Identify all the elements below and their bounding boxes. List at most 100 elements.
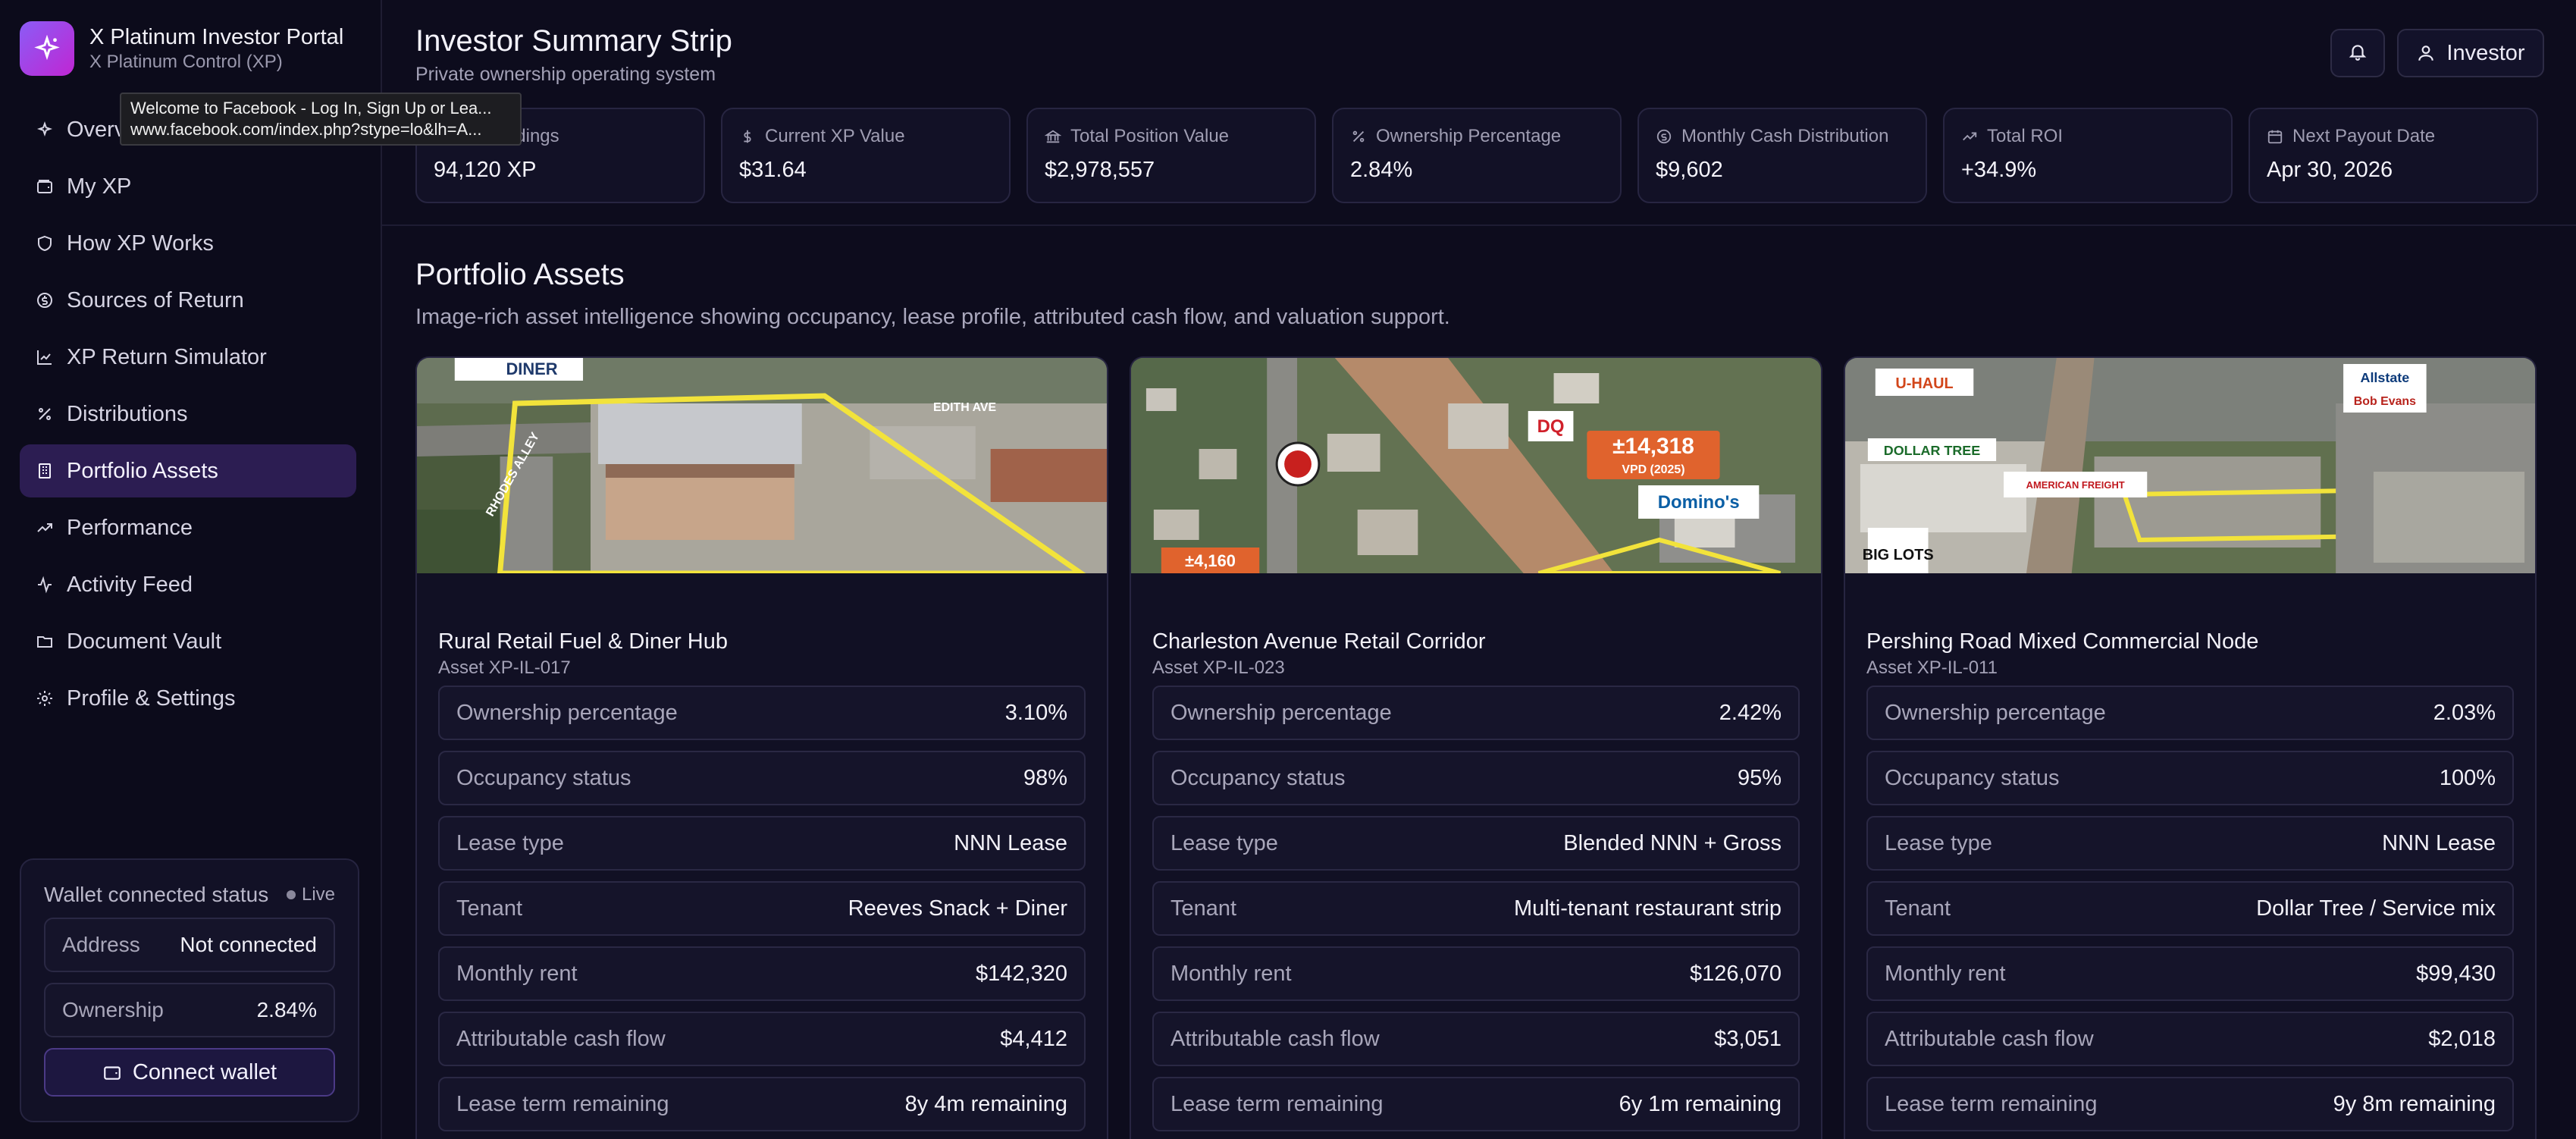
asset-row-lease-type: Lease type Blended NNN + Gross [1152,816,1800,871]
investor-profile-button[interactable]: Investor [2397,29,2544,77]
row-label: Lease term remaining [456,1091,669,1116]
metric-label: Total Position Value [1070,126,1230,146]
building-icon [35,461,55,481]
row-value: $99,430 [2416,961,2496,986]
row-label: Occupancy status [456,765,631,790]
page-header: Investor Summary Strip Private ownership… [415,21,732,88]
metric-label: Current XP Value [765,126,905,146]
asset-row-tenant: Tenant Multi-tenant restaurant strip [1152,881,1800,936]
asset-row-tenant: Tenant Dollar Tree / Service mix [1866,881,2514,936]
coin-icon [35,290,55,310]
sidebar-item-document-vault[interactable]: Document Vault [20,615,356,668]
asset-name: Rural Retail Fuel & Diner Hub [438,629,728,654]
image-label-street: EDITH AVE [933,401,996,414]
page-title: Investor Summary Strip [415,24,732,58]
image-label-dominos: Domino's [1658,492,1740,513]
chart-icon [35,347,55,367]
connect-wallet-button[interactable]: Connect wallet [44,1048,335,1097]
row-value: 2.42% [1719,700,1782,725]
coin-icon [1656,128,1674,145]
asset-row-lease-term: Lease term remaining 8y 4m remaining [438,1077,1086,1131]
image-label-allstate: Allstate [2361,370,2410,385]
image-label-traffic: ±4,160 [1185,551,1236,570]
asset-row-occupancy: Occupancy status 95% [1152,751,1800,805]
tooltip-url: www.facebook.com/index.php?stype=lo&lh=A… [130,120,482,139]
metric-card-total-position-value: Total Position Value $2,978,557 [1026,108,1316,203]
image-label-american-freight: AMERICAN FREIGHT [2026,479,2125,491]
image-label-vpd: ±14,318 [1612,434,1694,459]
row-value: 6y 1m remaining [1619,1091,1782,1116]
sidebar-item-label: Portfolio Assets [67,458,218,483]
dollar-icon [739,128,757,145]
sidebar-item-portfolio-assets[interactable]: Portfolio Assets [20,444,356,497]
ownership-value: 2.84% [256,998,317,1021]
asset-id: Asset XP-IL-023 [1152,657,1285,678]
metrics-strip: XP Holdings 94,120 XP Current XP Value $… [415,108,2538,203]
row-value: 95% [1737,765,1782,790]
row-value: 8y 4m remaining [904,1091,1067,1116]
row-label: Lease term remaining [1170,1091,1384,1116]
metric-value: $9,602 [1656,158,1723,182]
row-label: Monthly rent [1170,961,1292,986]
sidebar-item-activity-feed[interactable]: Activity Feed [20,558,356,611]
main-content: Investor Summary Strip Private ownership… [382,0,2576,1139]
sidebar-nav: Overview My XP How XP Works Sources of R… [20,103,356,729]
top-actions: Investor [2330,29,2544,77]
row-value: Multi-tenant restaurant strip [1514,896,1782,921]
metric-value: $2,978,557 [1045,158,1155,182]
row-value: $126,070 [1690,961,1782,986]
metric-label: Total ROI [1987,126,2064,146]
sidebar-item-performance[interactable]: Performance [20,501,356,554]
row-label: Lease type [1170,830,1278,855]
sidebar: X Platinum Investor Portal X Platinum Co… [0,0,382,1139]
live-label: Live [301,884,335,905]
row-label: Lease type [456,830,564,855]
asset-row-cash-flow: Attributable cash flow $3,051 [1152,1012,1800,1066]
folder-icon [35,632,55,651]
row-label: Occupancy status [1885,765,2060,790]
sidebar-item-distributions[interactable]: Distributions [20,388,356,441]
sidebar-item-label: Distributions [67,401,188,426]
asset-card[interactable]: ±14,318 VPD (2025) DQ Domino's ±4,160 Ch… [1130,356,1822,1139]
wallet-panel: Wallet connected status Live Address Not… [20,858,359,1122]
sidebar-item-label: My XP [67,174,132,199]
sidebar-item-my-xp[interactable]: My XP [20,160,356,213]
asset-row-tenant: Tenant Reeves Snack + Diner [438,881,1086,936]
sidebar-item-profile-settings[interactable]: Profile & Settings [20,672,356,725]
notifications-button[interactable] [2330,29,2385,77]
sidebar-item-sources-of-return[interactable]: Sources of Return [20,274,356,327]
metric-card-current-xp-value: Current XP Value $31.64 [721,108,1011,203]
row-label: Tenant [1885,896,1951,921]
investor-label: Investor [2446,40,2525,65]
asset-card[interactable]: U-HAUL DOLLAR TREE BIG LOTS Allstate Bob… [1844,356,2537,1139]
bank-icon [1045,128,1063,145]
asset-aerial-image: DINER EDITH AVE RHODES ALLEY [417,358,1107,573]
metric-label: Next Payout Date [2292,126,2436,146]
row-value: Blended NNN + Gross [1563,830,1782,855]
brand-title: X Platinum Investor Portal [89,25,344,49]
asset-row-monthly-rent: Monthly rent $142,320 [438,946,1086,1001]
sidebar-item-label: How XP Works [67,231,214,256]
row-value: 3.10% [1004,700,1067,725]
row-label: Attributable cash flow [1170,1026,1380,1051]
asset-aerial-image: U-HAUL DOLLAR TREE BIG LOTS Allstate Bob… [1845,358,2535,573]
sidebar-item-label: Document Vault [67,629,222,654]
wallet-ownership-row: Ownership 2.84% [44,983,335,1037]
row-label: Tenant [456,896,523,921]
sparkle-icon [35,120,55,140]
asset-row-lease-term: Lease term remaining 6y 1m remaining [1152,1077,1800,1131]
asset-card[interactable]: DINER EDITH AVE RHODES ALLEY Rural Retai… [415,356,1108,1139]
metric-label: Monthly Cash Distribution [1681,126,1889,146]
sidebar-item-return-simulator[interactable]: XP Return Simulator [20,331,356,384]
row-value: $2,018 [2428,1026,2496,1051]
row-label: Attributable cash flow [1885,1026,2094,1051]
image-label-uhaul: U-HAUL [1895,375,1953,392]
row-label: Lease term remaining [1885,1091,2098,1116]
link-tooltip: Welcome to Facebook - Log In, Sign Up or… [120,93,522,146]
row-label: Occupancy status [1170,765,1346,790]
asset-row-monthly-rent: Monthly rent $99,430 [1866,946,2514,1001]
sidebar-item-how-xp-works[interactable]: How XP Works [20,217,356,270]
ownership-label: Ownership [62,998,164,1021]
wallet-status-label: Wallet connected status [44,883,269,906]
bell-icon [2348,42,2368,65]
